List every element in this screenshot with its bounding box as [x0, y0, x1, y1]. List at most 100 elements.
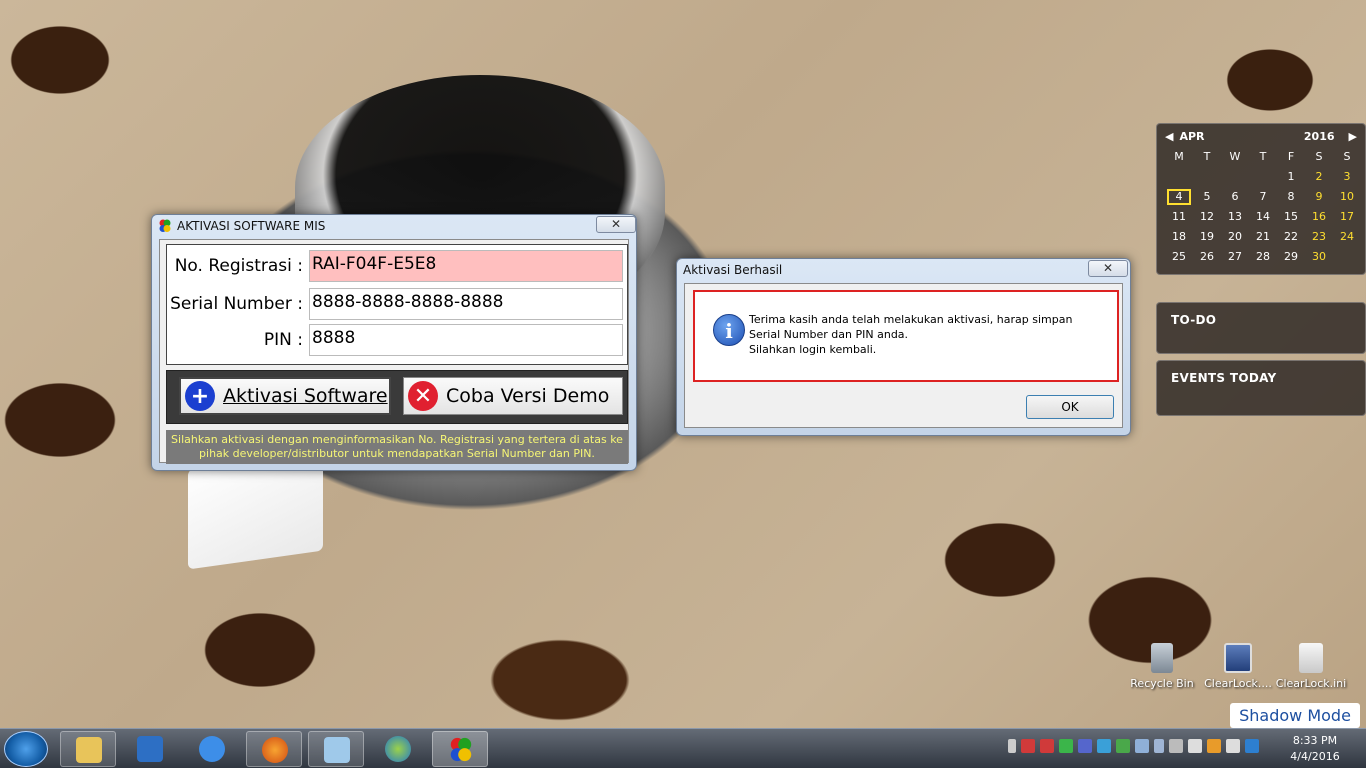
message-line-2: Silahkan login kembali.	[749, 343, 877, 356]
calendar-day[interactable]: 14	[1249, 207, 1277, 227]
taskbar-mis-app[interactable]	[432, 731, 488, 767]
dialog-title: Aktivasi Berhasil	[683, 263, 783, 277]
pin-label: PIN :	[263, 330, 303, 350]
next-month-icon[interactable]: ▶	[1349, 130, 1357, 143]
taskbar-globe-app[interactable]	[370, 731, 426, 767]
pin-field[interactable]: 8888	[309, 324, 623, 356]
calendar-day[interactable]: 27	[1221, 247, 1249, 267]
calendar-day[interactable]: 23	[1305, 227, 1333, 247]
desktop-icon-recycle-bin[interactable]: Recycle Bin	[1126, 643, 1198, 690]
activation-client-area: No. Registrasi : RAI-F04F-E5E8 Serial Nu…	[159, 239, 629, 464]
calendar-day[interactable]: 9	[1305, 187, 1333, 207]
taskbar-notepad[interactable]	[308, 731, 364, 767]
dialog-titlebar[interactable]: Aktivasi Berhasil	[677, 259, 1130, 281]
registration-fields: No. Registrasi : RAI-F04F-E5E8 Serial Nu…	[166, 244, 628, 365]
calendar-day[interactable]: 12	[1193, 207, 1221, 227]
tray-app-icon[interactable]	[1078, 739, 1092, 753]
calendar-day	[1221, 167, 1249, 187]
network-icon[interactable]	[1188, 739, 1202, 753]
calendar-grid: M T W T F S S 1 2 3 4 5 6 7 8 9 10 11 12 13 14 15 16 17 18 19 20 21…	[1157, 143, 1365, 267]
calendar-day[interactable]: 6	[1221, 187, 1249, 207]
events-gadget[interactable]: EVENTS TODAY	[1156, 360, 1366, 416]
folder-icon	[76, 737, 102, 763]
calendar-day[interactable]: 8	[1277, 187, 1305, 207]
globe-icon	[385, 736, 411, 762]
calendar-day[interactable]: 29	[1277, 247, 1305, 267]
prev-month-icon[interactable]: ◀	[1165, 130, 1173, 143]
ok-button[interactable]: OK	[1026, 395, 1114, 419]
calendar-day[interactable]: 17	[1333, 207, 1361, 227]
activate-software-label: Aktivasi Software	[223, 385, 388, 407]
calendar-day	[1165, 167, 1193, 187]
serial-number-field[interactable]: 8888-8888-8888-8888	[309, 288, 623, 320]
taskbar-media-player[interactable]	[122, 731, 178, 767]
notepad-icon	[324, 737, 350, 763]
system-tray	[1008, 739, 1259, 759]
calendar-day[interactable]: 24	[1333, 227, 1361, 247]
calendar-day[interactable]: 7	[1249, 187, 1277, 207]
calendar-day[interactable]: 18	[1165, 227, 1193, 247]
calendar-day[interactable]: 20	[1221, 227, 1249, 247]
calendar-day[interactable]: 13	[1221, 207, 1249, 227]
try-demo-button[interactable]: ✕ Coba Versi Demo	[403, 377, 623, 415]
calendar-day[interactable]: 2	[1305, 167, 1333, 187]
desktop-icon-clearlock-ini[interactable]: ClearLock.ini	[1275, 643, 1347, 690]
calendar-day[interactable]: 26	[1193, 247, 1221, 267]
todo-title: TO-DO	[1171, 313, 1217, 327]
clearlock-app-icon	[1224, 643, 1252, 673]
close-circle-icon: ✕	[408, 381, 438, 411]
dialog-close-button[interactable]: ✕	[1088, 260, 1128, 277]
taskbar-firefox[interactable]	[246, 731, 302, 767]
calendar-day[interactable]: 22	[1277, 227, 1305, 247]
plus-icon: +	[185, 381, 215, 411]
calendar-day[interactable]: 3	[1333, 167, 1361, 187]
tray-app-icon[interactable]	[1097, 739, 1111, 753]
internet-explorer-icon	[199, 736, 225, 762]
tray-expand-icon[interactable]	[1008, 739, 1016, 753]
weekday-label: F	[1287, 150, 1295, 163]
tray-check-icon[interactable]	[1059, 739, 1073, 753]
calendar-day[interactable]: 28	[1249, 247, 1277, 267]
calendar-day[interactable]: 25	[1165, 247, 1193, 267]
calendar-day[interactable]: 5	[1193, 187, 1221, 207]
information-icon: i	[713, 314, 745, 346]
calendar-day	[1249, 167, 1277, 187]
settings-file-icon	[1299, 643, 1323, 673]
bluetooth-icon[interactable]	[1154, 739, 1164, 753]
start-button[interactable]	[4, 731, 48, 767]
activate-software-button[interactable]: + Aktivasi Software	[179, 377, 391, 415]
try-demo-label: Coba Versi Demo	[446, 385, 610, 407]
calendar-day[interactable]: 15	[1277, 207, 1305, 227]
taskbar-explorer[interactable]	[60, 731, 116, 767]
tray-app-icon[interactable]	[1021, 739, 1035, 753]
serial-label: Serial Number :	[170, 294, 303, 314]
weekday-label: S	[1343, 150, 1351, 163]
action-button-panel: + Aktivasi Software ✕ Coba Versi Demo	[166, 370, 628, 424]
monitor-icon[interactable]	[1169, 739, 1183, 753]
activation-close-button[interactable]: ✕	[596, 216, 636, 233]
taskbar-internet-explorer[interactable]	[184, 731, 240, 767]
calendar-day[interactable]: 4	[1165, 187, 1193, 207]
calendar-day[interactable]: 11	[1165, 207, 1193, 227]
calendar-day[interactable]: 21	[1249, 227, 1277, 247]
weekday-label: S	[1315, 150, 1323, 163]
pin-row: PIN : 8888	[167, 323, 627, 357]
calendar-day[interactable]: 10	[1333, 187, 1361, 207]
tray-app-icon[interactable]	[1040, 739, 1054, 753]
calendar-day[interactable]: 19	[1193, 227, 1221, 247]
todo-gadget[interactable]: TO-DO	[1156, 302, 1366, 354]
activation-titlebar[interactable]: AKTIVASI SOFTWARE MIS	[152, 215, 636, 237]
tray-app-icon[interactable]	[1135, 739, 1149, 753]
calendar-day[interactable]: 16	[1305, 207, 1333, 227]
registration-number-field[interactable]: RAI-F04F-E5E8	[309, 250, 623, 282]
desktop-icon-label: ClearLock.ini	[1275, 677, 1347, 690]
desktop-icon-clearlock[interactable]: ClearLock....	[1202, 643, 1274, 690]
tray-app-icon[interactable]	[1245, 739, 1259, 753]
tray-app-icon[interactable]	[1116, 739, 1130, 753]
volume-icon[interactable]	[1226, 739, 1240, 753]
calendar-day[interactable]: 30	[1305, 247, 1333, 267]
calendar-year: 2016	[1303, 130, 1335, 143]
tray-app-icon[interactable]	[1207, 739, 1221, 753]
calendar-day[interactable]: 1	[1277, 167, 1305, 187]
taskbar-clock[interactable]: 8:33 PM 4/4/2016	[1280, 733, 1350, 765]
